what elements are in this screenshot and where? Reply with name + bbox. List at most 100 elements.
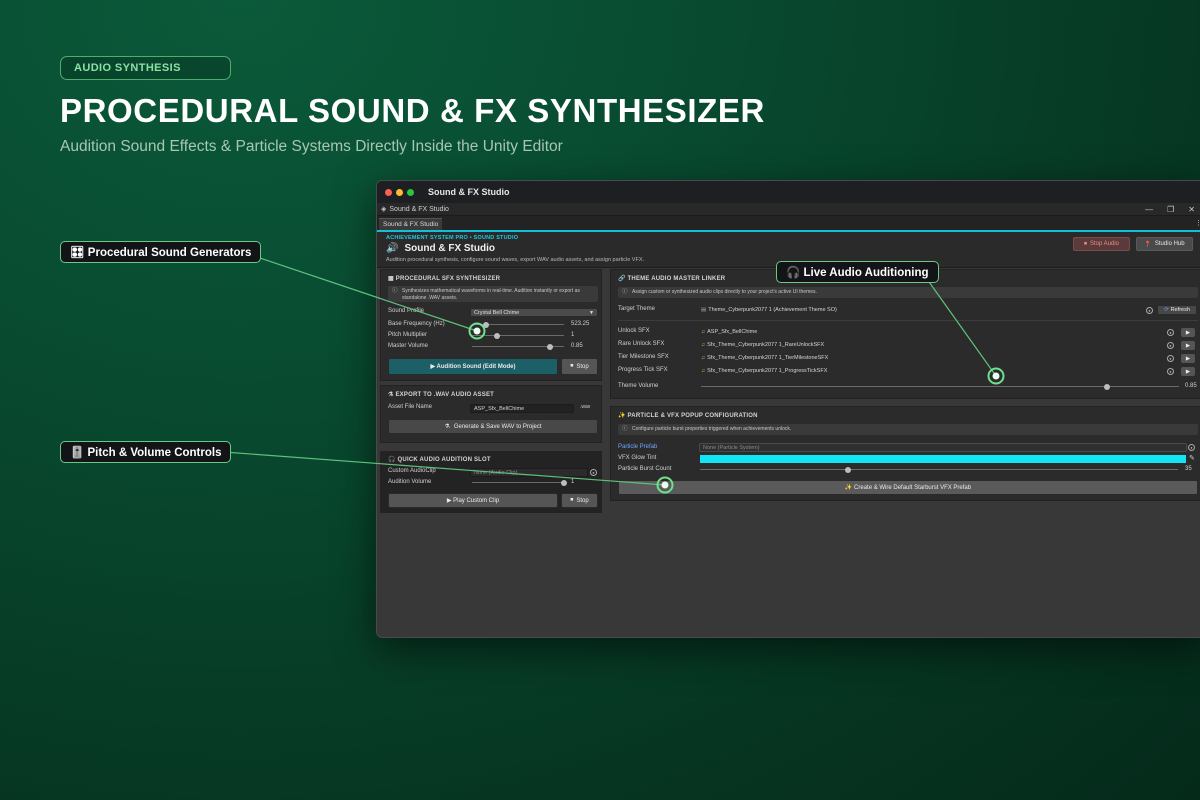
unity-editor-bar: ◈ Sound & FX Studio — ❐ ✕ [377,203,1200,216]
vfx-info-text: Configure particle burst properties trig… [632,426,792,432]
music-note-icon: ♫ [701,329,706,335]
rare-unlock-sfx-field[interactable]: ♫ Sfx_Theme_Cyberpunk2077 1_RareUnlockSFX [701,342,824,348]
theme-asset-icon: ▤ [701,307,707,313]
speaker-icon: 🔊 [386,243,399,254]
maximize-dot-icon[interactable] [407,188,414,196]
progress-tick-sfx-value: Sfx_Theme_Cyberpunk2077 1_ProgressTickSF… [707,368,828,374]
stop-square-icon: ⏹ [1083,240,1087,247]
synth-info: ⓘ Synthesizes mathematical waveforms in … [388,286,598,302]
quick-title: 🎧 QUICK AUDIO AUDITION SLOT [388,456,491,463]
create-vfx-prefab-button[interactable]: ✨ Create & Wire Default Starburst VFX Pr… [618,480,1198,495]
minimize-dot-icon[interactable] [396,188,403,196]
rare-unlock-sfx-value: Sfx_Theme_Cyberpunk2077 1_RareUnlockSFX [707,342,825,348]
vfx-glow-tint-swatch[interactable] [700,455,1186,463]
refresh-button[interactable]: ⟳ Refresh [1157,305,1197,315]
synth-stop-label: Stop [576,363,589,370]
tier-milestone-sfx-picker-icon[interactable]: ● [1167,355,1174,362]
theme-volume-knob[interactable] [1104,383,1111,390]
audition-volume-value[interactable]: 1 [571,479,574,485]
breadcrumb: ACHIEVEMENT SYSTEM PRO • SOUND STUDIO [386,235,519,241]
master-volume-knob[interactable] [547,343,554,350]
generate-wav-button[interactable]: ⚗ Generate & Save WAV to Project [388,419,598,434]
unlock-sfx-play-button[interactable]: ▶ [1181,328,1195,337]
particle-burst-slider[interactable] [700,466,1178,473]
linker-title-text: THEME AUDIO MASTER LINKER [627,276,726,282]
more-options-icon[interactable]: ⋮ [1195,219,1200,227]
callout-pitch-volume: 🎚️ Pitch & Volume Controls [60,441,232,463]
sound-fx-studio-window: Sound & FX Studio ◈ Sound & FX Studio — … [376,180,1200,638]
flask-icon: ⚗ [388,392,394,398]
quick-stop-button[interactable]: ⏹ Stop [561,493,598,508]
pin-icon: 📍 [1144,241,1152,248]
callout-procedural-generators: 🎛 Procedural Sound Generators [60,241,262,263]
prefab-picker-icon[interactable]: ● [1188,444,1195,451]
tier-milestone-sfx-field[interactable]: ♫ Sfx_Theme_Cyberpunk2077 1_TierMilestone… [701,355,828,361]
theme-picker-icon[interactable]: ● [1146,307,1153,314]
pitch-multiplier-knob[interactable] [493,332,500,339]
hero-title: PROCEDURAL SOUND & FX SYNTHESIZER [60,92,765,129]
export-title-text: EXPORT TO .WAV AUDIO ASSET [395,392,495,398]
audition-volume-slider[interactable] [472,479,567,486]
tab-sound-fx-studio[interactable]: Sound & FX Studio [379,218,443,230]
restore-icon[interactable]: ❐ [1167,205,1174,214]
synth-info-text: Synthesizes mathematical waveforms in re… [402,288,580,301]
tier-milestone-sfx-play-button[interactable]: ▶ [1181,354,1195,363]
particle-burst-value[interactable]: 35 [1185,466,1192,472]
base-frequency-label: Base Frequency (Hz) [388,321,445,327]
theme-volume-slider[interactable] [701,383,1179,390]
generate-wav-label: Generate & Save WAV to Project [453,423,542,430]
master-volume-value[interactable]: 0.85 [571,343,583,349]
rare-unlock-sfx-play-button[interactable]: ▶ [1181,341,1195,350]
progress-tick-sfx-field[interactable]: ♫ Sfx_Theme_Cyberpunk2077 1_ProgressTickS… [701,368,827,374]
synth-title-text: PROCEDURAL SFX SYNTHESIZER [395,276,501,282]
theme-volume-value[interactable]: 0.85 [1185,383,1197,389]
minimize-icon[interactable]: — [1145,205,1153,214]
vfx-title: ✨ PARTICLE & VFX POPUP CONFIGURATION [618,412,758,419]
close-dot-icon[interactable] [385,188,392,196]
sound-profile-dropdown[interactable]: Crystal Bell Chime ▼ [470,308,598,317]
progress-tick-sfx-play-button[interactable]: ▶ [1181,367,1195,376]
particle-prefab-label: Particle Prefab [618,444,658,450]
target-theme-label: Target Theme [618,306,655,312]
object-picker-icon[interactable]: ● [590,469,597,476]
rare-unlock-sfx-picker-icon[interactable]: ● [1167,342,1174,349]
close-icon[interactable]: ✕ [1188,205,1195,214]
file-extension: .wav [580,404,591,410]
sparkle-icon: ✨ [618,413,626,419]
pitch-multiplier-slider[interactable] [472,332,564,339]
music-note-icon: ♫ [701,368,706,374]
base-frequency-value[interactable]: 523.25 [571,321,589,327]
vfx-title-text: PARTICLE & VFX POPUP CONFIGURATION [627,413,758,419]
unlock-sfx-field[interactable]: ♫ ASP_Sfx_BellChime [701,329,757,335]
target-theme-field[interactable]: ▤ Theme_Cyberpunk2077 1 (Achievement Them… [701,307,837,313]
export-panel: ⚗ EXPORT TO .WAV AUDIO ASSET Asset File … [380,385,602,443]
audition-volume-knob[interactable] [561,479,567,486]
unity-window-title: Sound & FX Studio [389,205,449,213]
particle-burst-knob[interactable] [845,466,852,473]
studio-hub-button[interactable]: 📍 Studio Hub [1136,237,1193,251]
eyedropper-icon[interactable]: ✎ [1189,454,1195,462]
callout-live-audio: 🎧 Live Audio Auditioning [776,261,939,283]
base-frequency-slider[interactable] [472,321,564,328]
master-volume-slider[interactable] [472,343,564,350]
particle-prefab-field[interactable]: None (Particle System) [699,443,1187,452]
quick-stop-label: Stop [576,497,589,504]
audition-sound-button[interactable]: ▶ Audition Sound (Edit Mode) [388,358,558,375]
divider [618,320,1198,321]
synth-stop-button[interactable]: ⏹ Stop [561,358,598,375]
grid-icon: ▦ [388,276,394,282]
unlock-sfx-picker-icon[interactable]: ● [1167,329,1174,336]
play-custom-clip-button[interactable]: ▶ Play Custom Clip [388,493,558,508]
base-frequency-knob[interactable] [482,321,489,328]
asset-file-name-input[interactable]: ASP_Sfx_BellChime [470,404,574,413]
master-volume-label: Master Volume [388,343,429,349]
pitch-multiplier-value[interactable]: 1 [571,332,574,338]
progress-tick-sfx-picker-icon[interactable]: ● [1167,368,1174,375]
target-theme-value: Theme_Cyberpunk2077 1 (Achievement Theme… [708,307,837,313]
category-badge: AUDIO SYNTHESIS [60,56,231,80]
custom-audioclip-field[interactable]: None (Audio Clip) [470,468,588,477]
stop-audio-button[interactable]: ⏹ Stop Audio [1073,237,1130,251]
linker-title: 🔗 THEME AUDIO MASTER LINKER [618,275,725,282]
asset-file-name-label: Asset File Name [388,404,433,410]
linker-info: ⓘ Assign custom or synthesized audio cli… [618,287,1198,298]
